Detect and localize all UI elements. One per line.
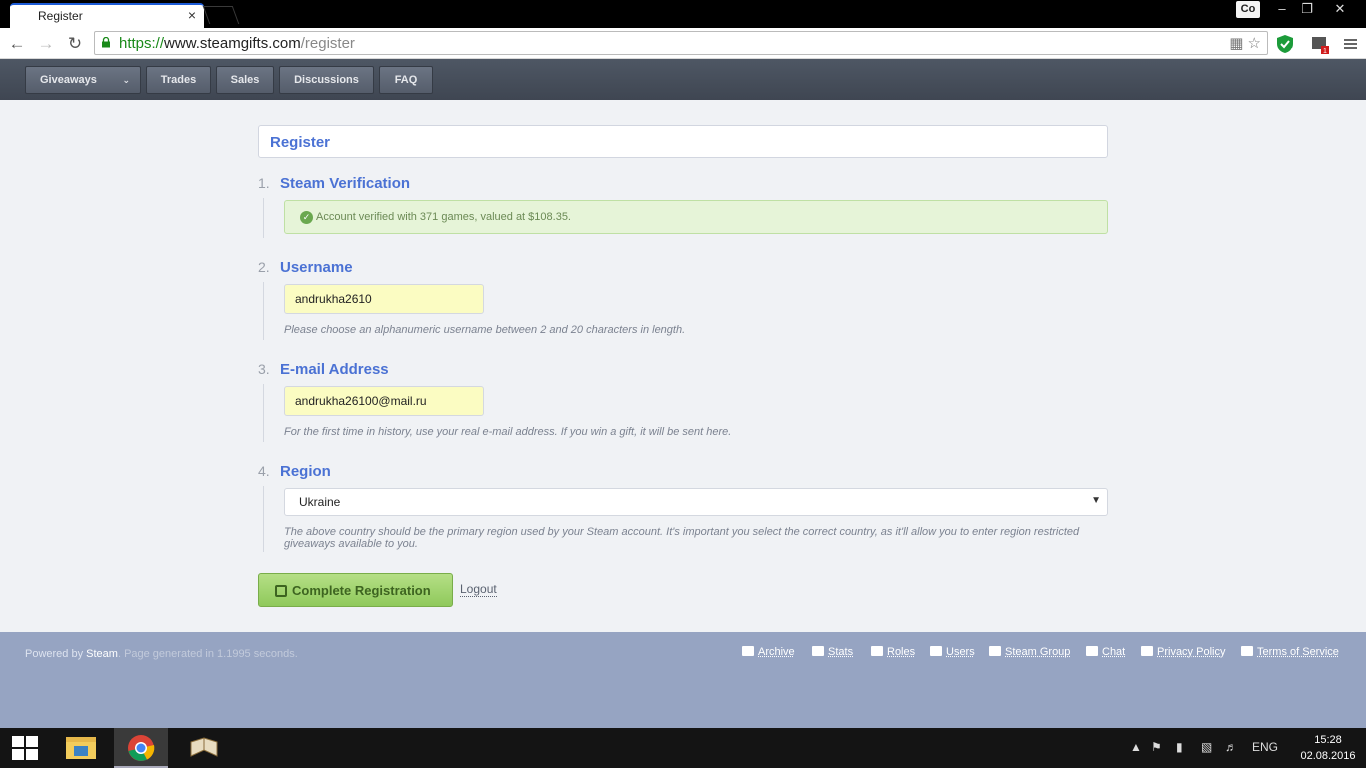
nav-giveaways[interactable]: Giveaways ⌄ xyxy=(25,66,141,94)
file-explorer-icon[interactable] xyxy=(54,728,108,768)
complete-registration-button[interactable]: Complete Registration xyxy=(258,573,453,607)
step-number: 1. xyxy=(258,175,270,191)
browser-menu-icon[interactable] xyxy=(1340,33,1362,55)
footer-link-roles[interactable]: Roles xyxy=(871,646,915,658)
flag-icon[interactable]: ⚑ xyxy=(1151,740,1162,754)
logout-link[interactable]: Logout xyxy=(460,582,497,597)
clock-time: 15:28 xyxy=(1314,734,1342,746)
notification-extension-icon[interactable]: 1 xyxy=(1309,33,1331,55)
chevron-down-icon: ⌄ xyxy=(122,75,130,85)
browser-toolbar: ← → ↻ https://www.steamgifts.com/registe… xyxy=(0,28,1366,59)
profile-button[interactable]: Co xyxy=(1236,1,1260,18)
step-number: 3. xyxy=(258,361,270,377)
forward-arrow-icon[interactable]: → xyxy=(35,33,57,55)
region-select[interactable]: Ukraine ▼ xyxy=(284,488,1108,516)
svg-text:4: 4 xyxy=(1289,47,1294,55)
browser-tab-strip: Register × Co – ❐ ✕ xyxy=(0,0,1366,28)
step-divider xyxy=(263,486,264,552)
user-icon xyxy=(930,646,942,656)
new-tab-button[interactable] xyxy=(202,6,240,24)
tab-close-icon[interactable]: × xyxy=(188,7,196,23)
check-circle-icon: ✓ xyxy=(300,211,313,224)
email-hint: For the first time in history, use your … xyxy=(284,426,732,438)
nav-discussions[interactable]: Discussions xyxy=(279,66,374,94)
step-divider xyxy=(263,384,264,442)
email-input[interactable] xyxy=(284,386,484,416)
url-text: https://www.steamgifts.com/register xyxy=(119,35,355,52)
bookmark-star-icon[interactable]: ☆ xyxy=(1248,35,1261,52)
tray-expand-icon[interactable]: ▲ xyxy=(1130,740,1142,754)
nav-faq[interactable]: FAQ xyxy=(379,66,433,94)
footer-link-users[interactable]: Users xyxy=(930,646,975,658)
nav-trades[interactable]: Trades xyxy=(146,66,211,94)
verification-text: Account verified with 371 games, valued … xyxy=(316,211,571,223)
volume-icon[interactable]: ♬ xyxy=(1225,740,1237,754)
folder-icon xyxy=(742,646,754,656)
svg-text:1: 1 xyxy=(1323,48,1327,55)
book-app-icon[interactable] xyxy=(177,728,231,768)
restore-icon[interactable]: ❐ xyxy=(1293,0,1321,18)
step-title-username: Username xyxy=(280,259,353,276)
step-divider xyxy=(263,282,264,340)
tab-register[interactable]: Register × xyxy=(10,3,204,28)
step-number: 2. xyxy=(258,259,270,275)
windows-taskbar: ▲ ⚑ ▮ ▧ ♬ ENG 15:28 02.08.2016 xyxy=(0,728,1366,768)
omnibox-actions: ▦ ☆ xyxy=(1229,34,1261,52)
verification-notice: ✓ Account verified with 371 games, value… xyxy=(284,200,1108,234)
caret-down-icon: ▼ xyxy=(1091,495,1101,506)
footer-link-steam-group[interactable]: Steam Group xyxy=(989,646,1070,658)
footer-link-privacy-policy[interactable]: Privacy Policy xyxy=(1141,646,1225,658)
megaphone-icon xyxy=(1086,646,1098,656)
step-title-steam-verification: Steam Verification xyxy=(280,175,411,192)
clock-date: 02.08.2016 xyxy=(1300,750,1356,762)
shield-extension-icon[interactable]: 4 xyxy=(1274,33,1296,55)
username-input[interactable] xyxy=(284,284,484,314)
footer-link-terms-of-service[interactable]: Terms of Service xyxy=(1241,646,1339,658)
nav-giveaways-label: Giveaways xyxy=(40,74,97,86)
step-title-region: Region xyxy=(280,463,331,480)
region-hint: The above country should be the primary … xyxy=(284,526,1080,550)
footer-credit: Powered by Steam. Page generated in 1.19… xyxy=(25,648,298,660)
footer-link-chat[interactable]: Chat xyxy=(1086,646,1125,658)
minimize-icon[interactable]: – xyxy=(1268,0,1296,18)
complete-registration-label: Complete Registration xyxy=(292,583,431,598)
close-window-icon[interactable]: ✕ xyxy=(1326,0,1354,18)
back-arrow-icon[interactable]: ← xyxy=(6,33,28,55)
chrome-icon[interactable] xyxy=(114,728,168,768)
step-divider xyxy=(263,198,264,238)
footer-link-archive[interactable]: Archive xyxy=(742,646,795,658)
region-selected-value: Ukraine xyxy=(299,495,341,509)
network-icon[interactable]: ▧ xyxy=(1201,740,1212,754)
clock[interactable]: 15:28 02.08.2016 xyxy=(1296,732,1360,764)
site-navigation: Giveaways ⌄ Trades Sales Discussions FAQ xyxy=(0,59,1366,100)
page-heading-box: Register xyxy=(258,125,1108,158)
step-number: 4. xyxy=(258,463,270,479)
gavel-icon xyxy=(1241,646,1253,656)
lock-icon xyxy=(102,37,110,48)
page-title: Register xyxy=(270,134,331,151)
address-bar[interactable]: https://www.steamgifts.com/register ▦ ☆ xyxy=(94,31,1268,55)
edit-icon xyxy=(275,585,287,597)
username-hint: Please choose an alphanumeric username b… xyxy=(284,324,686,336)
step-title-email: E-mail Address xyxy=(280,361,389,378)
battery-icon[interactable]: ▮ xyxy=(1176,740,1183,754)
footer-link-stats[interactable]: Stats xyxy=(812,646,853,658)
language-indicator[interactable]: ENG xyxy=(1252,740,1278,754)
bar-chart-icon xyxy=(812,646,824,656)
translate-icon[interactable]: ▦ xyxy=(1229,35,1243,52)
steam-link[interactable]: Steam xyxy=(86,648,118,660)
site-footer: Powered by Steam. Page generated in 1.19… xyxy=(0,632,1366,728)
nav-sales[interactable]: Sales xyxy=(216,66,274,94)
wrench-icon xyxy=(871,646,883,656)
book-icon xyxy=(1141,646,1153,656)
windows-start-icon[interactable] xyxy=(12,736,38,760)
reload-icon[interactable]: ↻ xyxy=(64,33,86,55)
tab-title: Register xyxy=(38,9,83,23)
steam-icon xyxy=(989,646,1001,656)
